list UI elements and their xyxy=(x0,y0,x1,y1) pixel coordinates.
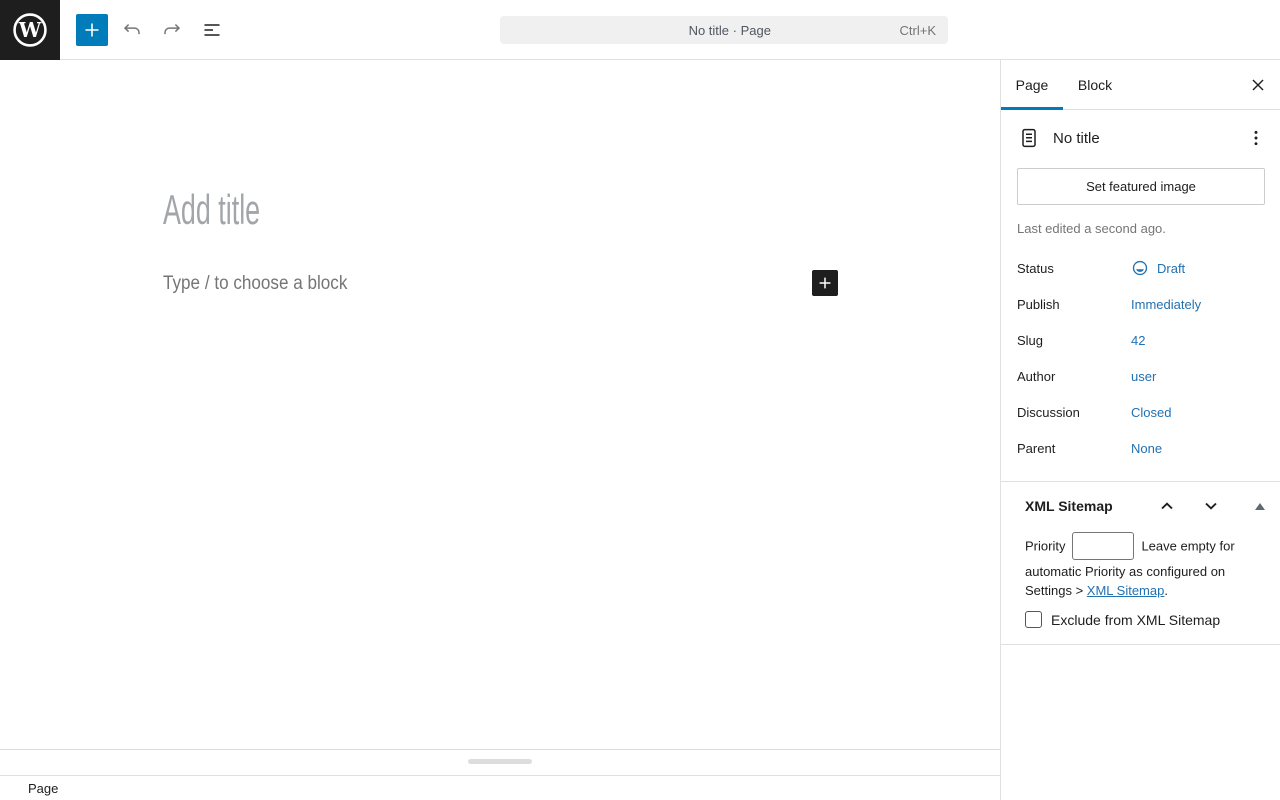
command-palette-title: No title · Page xyxy=(688,22,771,38)
document-icon xyxy=(1022,128,1036,148)
ellipsis-vertical-icon xyxy=(1254,130,1258,146)
editor-footer: Page xyxy=(0,775,1000,800)
chevron-down-icon xyxy=(1205,502,1217,510)
status-value: Draft xyxy=(1157,260,1186,276)
priority-label: Priority xyxy=(1025,538,1066,554)
empty-block-paragraph[interactable]: Type / to choose a block xyxy=(163,273,347,295)
summary-label: Parent xyxy=(1017,440,1056,456)
page-summary: Status Draft Publish Immediately Slug 42… xyxy=(1017,250,1264,466)
settings-sidebar: Page Block No title Set featured image L… xyxy=(1000,60,1280,800)
undo-button[interactable] xyxy=(120,18,144,42)
sidebar-tabs: Page Block xyxy=(1001,60,1280,110)
command-palette-shortcut: Ctrl+K xyxy=(899,22,936,38)
priority-help-text-end: . xyxy=(1164,583,1168,598)
summary-row-status: Status Draft xyxy=(1017,250,1264,286)
plus-icon xyxy=(85,23,99,37)
editor-header: W No title · Page Ctrl+K xyxy=(0,0,1280,60)
draft-status-icon xyxy=(1132,260,1148,276)
summary-row-discussion: Discussion Closed xyxy=(1017,394,1264,430)
parent-value-button[interactable]: None xyxy=(1131,441,1162,456)
move-panel-up-button[interactable] xyxy=(1151,494,1183,518)
triangle-up-icon xyxy=(1255,502,1265,510)
redo-button[interactable] xyxy=(160,18,184,42)
xml-sitemap-settings-link[interactable]: XML Sitemap xyxy=(1087,583,1165,598)
chevron-up-icon xyxy=(1161,502,1173,510)
publish-value-button[interactable]: Immediately xyxy=(1131,297,1201,312)
exclude-from-sitemap-label: Exclude from XML Sitemap xyxy=(1051,611,1221,628)
canvas-resize-row xyxy=(0,750,1000,775)
discussion-value-button[interactable]: Closed xyxy=(1131,405,1171,420)
add-block-button[interactable] xyxy=(812,270,838,296)
redo-arrow-icon xyxy=(164,24,181,35)
summary-row-publish: Publish Immediately xyxy=(1017,286,1264,322)
author-value-button[interactable]: user xyxy=(1131,369,1156,384)
summary-row-author: Author user xyxy=(1017,358,1264,394)
wordpress-block-editor: W No title · Page Ctrl+K Add title Type … xyxy=(0,0,1280,800)
svg-text:W: W xyxy=(18,18,42,42)
summary-label: Discussion xyxy=(1017,404,1080,420)
exclude-sitemap-setting: Exclude from XML Sitemap xyxy=(1025,611,1264,628)
undo-arrow-icon xyxy=(123,24,140,35)
xml-sitemap-panel-header: XML Sitemap xyxy=(1001,482,1280,530)
post-title-input[interactable]: Add title xyxy=(163,186,260,234)
slug-value-button[interactable]: 42 xyxy=(1131,333,1145,348)
move-panel-down-button[interactable] xyxy=(1195,494,1227,518)
set-featured-image-button[interactable]: Set featured image xyxy=(1017,168,1265,205)
editor-canvas: Add title Type / to choose a block xyxy=(0,60,1000,750)
panel-title: XML Sitemap xyxy=(1025,498,1113,514)
tab-block[interactable]: Block xyxy=(1063,60,1127,109)
summary-label: Author xyxy=(1017,368,1056,384)
summary-label: Slug xyxy=(1017,332,1044,348)
close-icon xyxy=(1252,79,1264,91)
close-sidebar-button[interactable] xyxy=(1246,73,1270,97)
collapse-panel-button[interactable] xyxy=(1252,499,1268,513)
tab-page[interactable]: Page xyxy=(1001,60,1063,110)
summary-row-slug: Slug 42 xyxy=(1017,322,1264,358)
document-summary-row: No title xyxy=(1017,124,1264,152)
last-edited-text: Last edited a second ago. xyxy=(1017,221,1166,236)
list-view-icon xyxy=(204,24,220,36)
canvas-drag-handle[interactable] xyxy=(468,759,532,764)
command-palette[interactable]: No title · Page Ctrl+K xyxy=(500,16,948,44)
summary-label: Publish xyxy=(1017,296,1060,312)
plus-icon xyxy=(819,277,831,289)
status-value-button[interactable]: Draft xyxy=(1131,259,1185,277)
toggle-block-inserter-button[interactable] xyxy=(76,14,108,46)
page-actions-menu-button[interactable] xyxy=(1244,126,1268,150)
breadcrumb[interactable]: Page xyxy=(28,781,58,796)
document-overview-button[interactable] xyxy=(200,18,224,42)
exclude-from-sitemap-checkbox[interactable] xyxy=(1025,611,1042,628)
priority-setting: Priority Leave empty for automatic Priori… xyxy=(1025,532,1253,600)
summary-row-parent: Parent None xyxy=(1017,430,1264,466)
wordpress-logo-icon: W xyxy=(13,13,47,47)
summary-label: Status xyxy=(1017,260,1054,276)
xml-sitemap-panel: XML Sitemap Priority Leave empty for auto… xyxy=(1001,481,1280,645)
priority-input[interactable] xyxy=(1072,532,1135,560)
document-title: No title xyxy=(1053,129,1100,147)
wordpress-logo[interactable]: W xyxy=(0,0,60,60)
